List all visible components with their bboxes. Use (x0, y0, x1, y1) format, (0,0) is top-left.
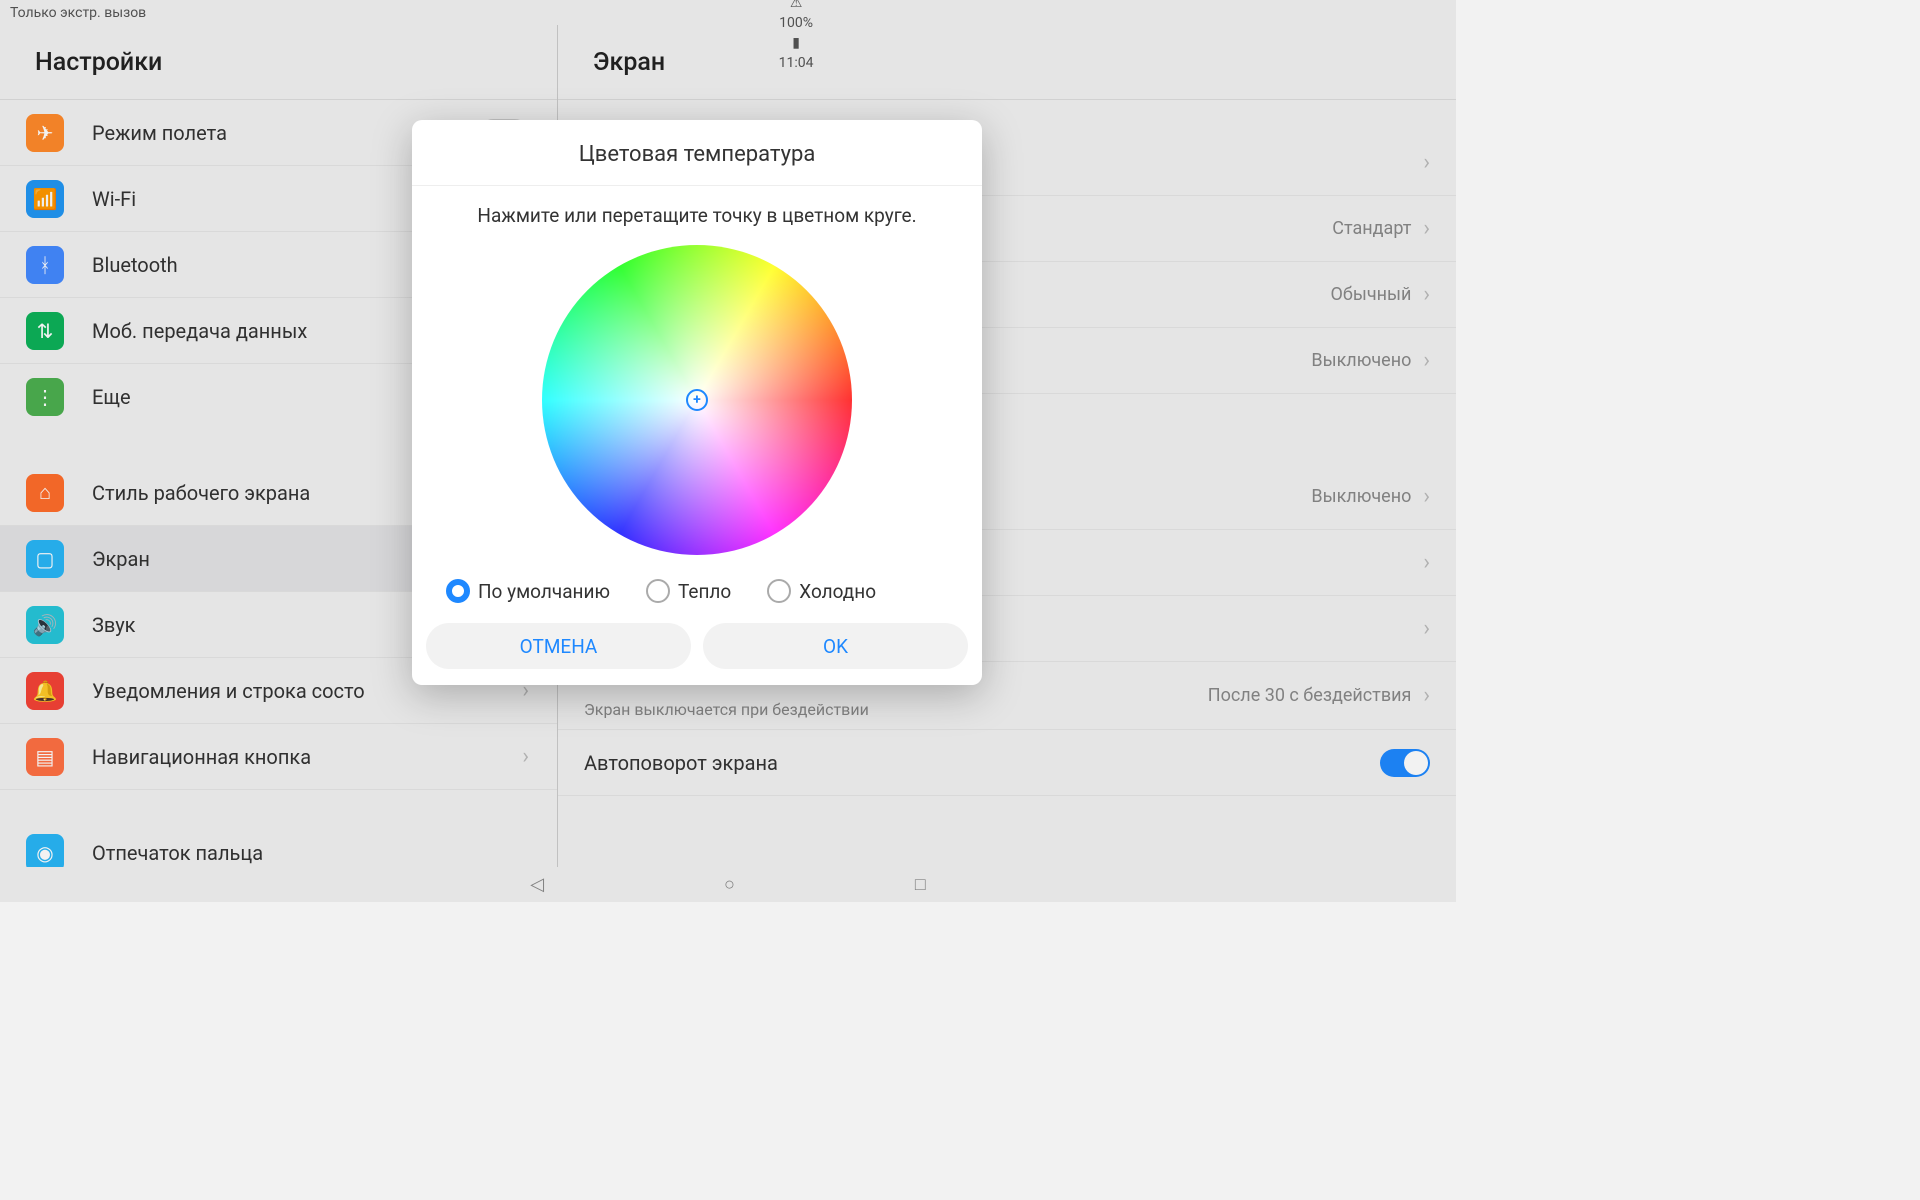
color-target-handle[interactable]: + (686, 389, 708, 411)
radio-icon (646, 579, 670, 603)
radio-icon (446, 579, 470, 603)
radio-label-warm: Тепло (678, 580, 731, 603)
dialog-title: Цветовая температура (412, 120, 982, 186)
radio-icon (767, 579, 791, 603)
radio-label-default: По умолчанию (478, 580, 610, 603)
color-wheel[interactable]: + (542, 245, 852, 555)
temp-radio-group: По умолчанию Тепло Холодно (412, 573, 982, 617)
radio-default[interactable]: По умолчанию (446, 579, 610, 603)
ok-button[interactable]: OK (703, 623, 968, 669)
cancel-button[interactable]: ОТМЕНА (426, 623, 691, 669)
dialog-instruction: Нажмите или перетащите точку в цветном к… (412, 186, 982, 237)
radio-warm[interactable]: Тепло (646, 579, 731, 603)
color-temp-dialog: Цветовая температура Нажмите или перетащ… (412, 120, 982, 685)
radio-cold[interactable]: Холодно (767, 579, 876, 603)
radio-label-cold: Холодно (799, 580, 876, 603)
